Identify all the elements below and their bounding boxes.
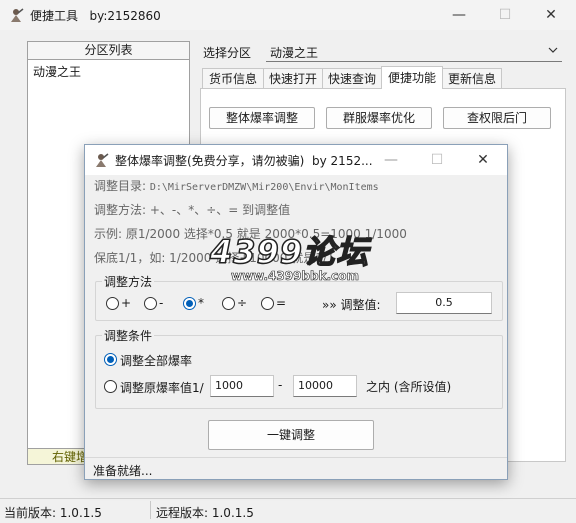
minimize-button[interactable]: — bbox=[436, 0, 482, 30]
app-icon bbox=[11, 8, 24, 22]
radio-plus[interactable] bbox=[106, 297, 119, 310]
method-option-multiply-label: * bbox=[198, 296, 204, 310]
group-rate-button[interactable]: 群服爆率优化 bbox=[326, 107, 432, 129]
method-hint: 调整方法: +、-、*、÷、= 到调整值 bbox=[94, 203, 291, 217]
tab-update-info[interactable]: 更新信息 bbox=[442, 68, 502, 88]
condition-group-label: 调整条件 bbox=[102, 327, 155, 344]
minimize-icon: — bbox=[452, 7, 466, 23]
dialog-close-button[interactable]: ✕ bbox=[460, 145, 506, 175]
dir-line: 调整目录: D:\MirServerDMZW\Mir200\Envir\MonI… bbox=[94, 177, 379, 194]
method-option-equals-label: = bbox=[276, 296, 287, 310]
tab-quick-query[interactable]: 快速查询 bbox=[322, 68, 382, 88]
apply-button[interactable]: 一键调整 bbox=[208, 420, 374, 450]
dialog-minimize-icon: — bbox=[384, 152, 398, 168]
method-group: 调整方法 + - * ÷ = »» 调整值: 0.5 bbox=[95, 273, 503, 321]
status-divider bbox=[150, 501, 151, 519]
dialog-title-suffix: by 2152... bbox=[312, 154, 373, 168]
dialog-minimize-button[interactable]: — bbox=[368, 145, 414, 175]
range-from-input[interactable]: 1000 bbox=[210, 375, 274, 397]
main-title-name: 便捷工具 bbox=[30, 9, 79, 23]
radio-minus[interactable] bbox=[144, 297, 157, 310]
main-title-author: by:2152860 bbox=[89, 9, 161, 23]
dialog-maximize-icon: ☐ bbox=[430, 152, 444, 168]
partition-select[interactable]: 动漫之王 bbox=[266, 41, 562, 62]
dialog-close-icon: ✕ bbox=[477, 152, 489, 168]
close-icon: ✕ bbox=[545, 7, 557, 23]
overall-rate-button[interactable]: 整体爆率调整 bbox=[209, 107, 315, 129]
backdoor-check-button[interactable]: 查权限后门 bbox=[443, 107, 551, 129]
remote-version: 远程版本: 1.0.1.5 bbox=[156, 506, 254, 520]
dialog-title-text: 整体爆率调整(免费分享，请勿被骗) bbox=[115, 154, 305, 168]
dialog-status-text: 准备就绪... bbox=[93, 464, 153, 478]
adjust-value-input[interactable]: 0.5 bbox=[396, 292, 492, 314]
range-separator: - bbox=[278, 378, 283, 392]
dialog-titlebar: 整体爆率调整(免费分享，请勿被骗) by 2152... — ☐ ✕ bbox=[85, 145, 507, 175]
radio-multiply[interactable] bbox=[183, 297, 196, 310]
range-suffix: 之内 (含所设值) bbox=[366, 380, 452, 394]
close-button[interactable]: ✕ bbox=[528, 0, 574, 30]
radio-all[interactable] bbox=[104, 353, 117, 366]
radio-divide[interactable] bbox=[222, 297, 235, 310]
rate-adjust-dialog: 整体爆率调整(免费分享，请勿被骗) by 2152... — ☐ ✕ 调整目录:… bbox=[84, 144, 508, 480]
method-option-plus-label: + bbox=[121, 296, 132, 310]
tab-currency[interactable]: 货币信息 bbox=[202, 68, 264, 88]
partition-list-item[interactable]: 动漫之王 bbox=[28, 60, 189, 83]
radio-equals[interactable] bbox=[261, 297, 274, 310]
partition-list-header: 分区列表 bbox=[28, 42, 189, 60]
main-title: 便捷工具 by:2152860 bbox=[30, 7, 161, 24]
main-titlebar: 便捷工具 by:2152860 — ☐ ✕ bbox=[0, 0, 576, 30]
method-group-label: 调整方法 bbox=[102, 273, 155, 290]
local-version: 当前版本: 1.0.1.5 bbox=[4, 506, 102, 520]
condition-all-label: 调整全部爆率 bbox=[120, 354, 193, 368]
tab-convenience[interactable]: 便捷功能 bbox=[381, 66, 443, 89]
dir-value: D:\MirServerDMZW\Mir200\Envir\MonItems bbox=[149, 182, 379, 193]
dialog-status-bar: 准备就绪... bbox=[85, 457, 507, 480]
dialog-maximize-button[interactable]: ☐ bbox=[414, 145, 460, 175]
select-partition-label: 选择分区 bbox=[203, 46, 252, 60]
chevron-down-icon bbox=[548, 47, 558, 53]
condition-group: 调整条件 调整全部爆率 调整原爆率值1/ 1000 - 10000 之内 (含所… bbox=[95, 327, 503, 409]
dir-label: 调整目录: bbox=[94, 179, 147, 193]
dialog-app-icon bbox=[96, 153, 109, 167]
dialog-title: 整体爆率调整(免费分享，请勿被骗) by 2152... bbox=[115, 152, 373, 169]
range-to-input[interactable]: 10000 bbox=[293, 375, 357, 397]
maximize-icon: ☐ bbox=[498, 7, 512, 23]
method-option-minus-label: - bbox=[159, 296, 164, 310]
watermark-main: 4399论坛 bbox=[209, 233, 370, 271]
condition-range-label: 调整原爆率值1/ bbox=[120, 381, 204, 395]
method-option-divide-label: ÷ bbox=[237, 296, 248, 310]
maximize-button[interactable]: ☐ bbox=[482, 0, 528, 30]
radio-range[interactable] bbox=[104, 380, 117, 393]
adjust-value-label: »» 调整值: bbox=[322, 298, 381, 312]
status-bar: 当前版本: 1.0.1.5 远程版本: 1.0.1.5 bbox=[0, 498, 576, 523]
partition-select-value: 动漫之王 bbox=[270, 46, 319, 60]
tab-quick-open[interactable]: 快速打开 bbox=[263, 68, 323, 88]
